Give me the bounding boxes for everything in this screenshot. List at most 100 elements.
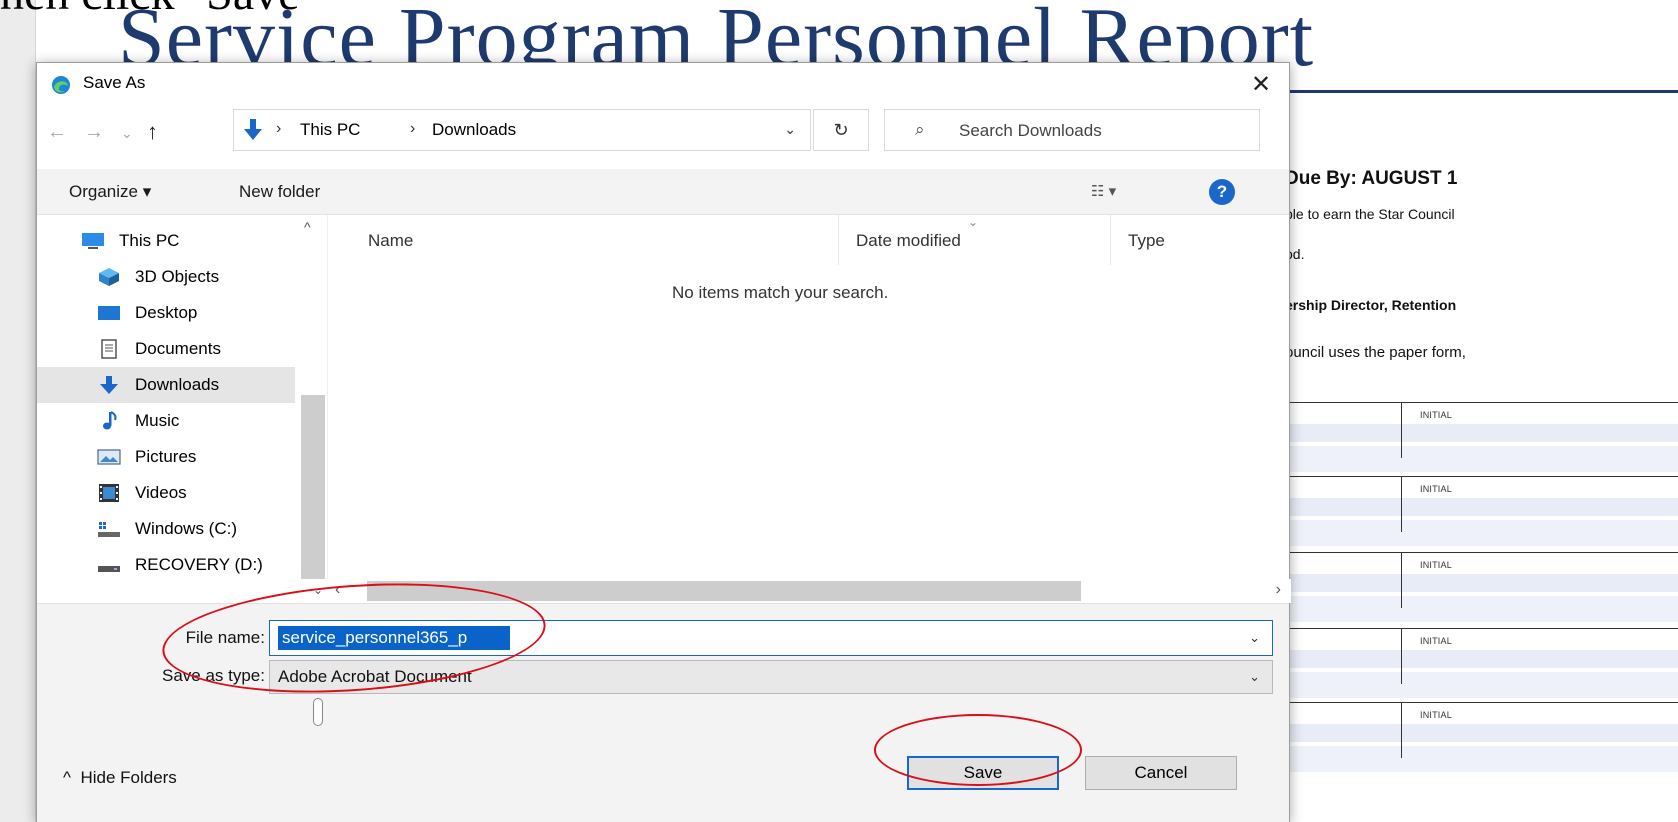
- initial-label: INITIAL: [1420, 484, 1452, 494]
- row-divider: [1401, 702, 1402, 758]
- tree-label: This PC: [119, 231, 180, 250]
- help-icon[interactable]: ?: [1209, 179, 1235, 205]
- tree-label: Music: [135, 411, 180, 430]
- tree-label: Desktop: [135, 303, 198, 322]
- tree-label: Downloads: [135, 375, 220, 394]
- column-header-name[interactable]: Name: [368, 231, 413, 251]
- resize-grip[interactable]: [313, 698, 323, 726]
- chevron-down-icon[interactable]: ⌄: [1249, 630, 1260, 646]
- save-as-type-value: Adobe Acrobat Document: [278, 667, 472, 686]
- scroll-right-arrow-icon[interactable]: ›: [1276, 581, 1281, 599]
- row-band: [1275, 498, 1678, 516]
- tree-label: Windows (C:): [135, 519, 238, 538]
- sort-chevron-icon: ⌄: [968, 215, 979, 229]
- address-bar[interactable]: › This PC › Downloads ⌄: [233, 109, 811, 151]
- new-folder-button[interactable]: New folder: [239, 182, 320, 202]
- initial-label: INITIAL: [1420, 710, 1452, 720]
- scroll-up-arrow-icon[interactable]: ^: [304, 219, 311, 235]
- save-as-dialog: Save As ✕ ← → ⌄ ↑ › This PC › Downloads …: [36, 62, 1291, 822]
- dialog-titlebar[interactable]: Save As ✕: [37, 63, 1289, 105]
- column-separator[interactable]: [838, 215, 839, 265]
- breadcrumb-downloads[interactable]: Downloads: [432, 120, 516, 140]
- scrollbar-thumb[interactable]: [367, 581, 1081, 601]
- refresh-button[interactable]: ↻: [813, 109, 869, 151]
- navigation-bar: ← → ⌄ ↑ › This PC › Downloads ⌄ ↻ ⌕: [37, 109, 1289, 159]
- tree-item-windows-c[interactable]: Windows (C:): [37, 511, 295, 547]
- save-button[interactable]: Save: [907, 756, 1059, 790]
- forward-arrow-icon[interactable]: →: [84, 121, 104, 144]
- tree-item-3d-objects[interactable]: 3D Objects: [37, 259, 295, 295]
- scroll-down-arrow-icon[interactable]: ⌄: [313, 583, 323, 597]
- row-line: [1275, 552, 1678, 553]
- row-band: [1275, 672, 1678, 698]
- row-band: [1275, 746, 1678, 772]
- drive-icon: [98, 522, 120, 537]
- search-box[interactable]: ⌕: [884, 109, 1260, 151]
- title-rule: [1275, 90, 1678, 93]
- column-separator[interactable]: [1110, 215, 1111, 265]
- back-arrow-icon[interactable]: ←: [47, 121, 67, 144]
- chevron-down-icon[interactable]: ⌄: [784, 121, 796, 138]
- recent-locations-chevron-icon[interactable]: ⌄: [121, 125, 133, 142]
- navigation-pane: This PC 3D Objects Desktop Documents Dow…: [37, 215, 327, 603]
- breadcrumb-this-pc[interactable]: This PC: [300, 120, 360, 140]
- tree-label: Documents: [135, 339, 221, 358]
- tree-label: RECOVERY (D:): [135, 555, 263, 574]
- tree-item-documents[interactable]: Documents: [37, 331, 295, 367]
- hide-folders-button[interactable]: ^ Hide Folders: [63, 768, 177, 788]
- computer-icon: [82, 233, 104, 249]
- document-margin-strip: [0, 0, 36, 822]
- chevron-down-icon[interactable]: ⌄: [1249, 669, 1260, 685]
- row-divider: [1401, 402, 1402, 458]
- scroll-left-arrow-icon[interactable]: ‹: [335, 581, 340, 599]
- film-icon: [99, 484, 119, 502]
- up-arrow-icon[interactable]: ↑: [147, 119, 158, 145]
- row-band: [1275, 650, 1678, 668]
- view-options-icon[interactable]: ☷ ▾: [1091, 182, 1116, 200]
- tree-label: Pictures: [135, 447, 197, 466]
- search-input[interactable]: [959, 117, 1249, 145]
- file-name-input[interactable]: [278, 626, 510, 650]
- row-band: [1275, 424, 1678, 442]
- tree-item-videos[interactable]: Videos: [37, 475, 295, 511]
- row-band: [1275, 574, 1678, 592]
- row-band: [1275, 724, 1678, 742]
- tree-item-recovery-d[interactable]: RECOVERY (D:): [37, 547, 295, 583]
- file-name-combobox[interactable]: ⌄: [269, 620, 1273, 656]
- drive-icon: [98, 566, 120, 572]
- dialog-title: Save As: [83, 73, 146, 92]
- hide-folders-label: Hide Folders: [80, 768, 177, 787]
- tree-item-desktop[interactable]: Desktop: [37, 295, 295, 331]
- close-icon[interactable]: ✕: [1233, 63, 1289, 105]
- desktop-icon: [98, 306, 120, 320]
- download-arrow-icon: [100, 376, 118, 394]
- picture-icon: [97, 449, 121, 465]
- form-row: INITIAL: [1275, 402, 1678, 476]
- search-icon: ⌕: [915, 120, 925, 139]
- row-line: [1275, 476, 1678, 477]
- initial-label: INITIAL: [1420, 636, 1452, 646]
- row-band: [1275, 446, 1678, 472]
- organize-menu-button[interactable]: Organize ▾: [69, 182, 151, 202]
- tree-item-pictures[interactable]: Pictures: [37, 439, 295, 475]
- row-band: [1275, 596, 1678, 622]
- tree-label: Videos: [135, 483, 187, 502]
- save-as-type-select[interactable]: Adobe Acrobat Document ⌄: [269, 660, 1273, 694]
- column-header-type[interactable]: Type: [1128, 231, 1165, 251]
- initial-label: INITIAL: [1420, 410, 1452, 420]
- cube-icon: [99, 268, 119, 286]
- tree-item-music[interactable]: Music: [37, 403, 295, 439]
- tree-item-downloads[interactable]: Downloads: [37, 367, 295, 403]
- row-divider: [1401, 552, 1402, 608]
- breadcrumb-separator: ›: [410, 120, 416, 137]
- music-note-icon: [103, 411, 117, 430]
- column-header-date-modified[interactable]: Date modified: [856, 231, 961, 251]
- row-band: [1275, 520, 1678, 546]
- horizontal-scrollbar[interactable]: ‹ ›: [327, 579, 1291, 603]
- row-divider: [1401, 476, 1402, 532]
- row-line: [1275, 702, 1678, 703]
- scrollbar-thumb[interactable]: [301, 395, 325, 579]
- tree-item-this-pc[interactable]: This PC: [37, 223, 295, 259]
- cancel-button[interactable]: Cancel: [1085, 756, 1237, 790]
- navigation-scrollbar[interactable]: ^ ⌄: [295, 215, 327, 603]
